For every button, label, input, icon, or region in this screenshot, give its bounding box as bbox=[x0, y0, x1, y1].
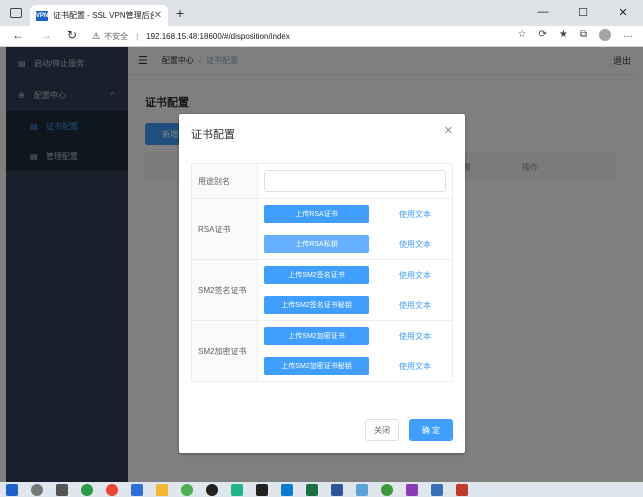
task-view-icon[interactable] bbox=[56, 483, 68, 496]
app-icon[interactable] bbox=[206, 483, 218, 496]
vscode-icon[interactable] bbox=[281, 483, 293, 496]
search-icon[interactable] bbox=[31, 483, 43, 496]
collections-icon[interactable]: ⧉ bbox=[580, 29, 587, 41]
alias-label: 用途别名 bbox=[191, 163, 258, 199]
folder-icon[interactable] bbox=[156, 483, 168, 496]
use-text-link[interactable]: 使用文本 bbox=[399, 331, 431, 342]
app-icon[interactable] bbox=[431, 483, 443, 496]
upload-sm2-sign-key-button[interactable]: 上传SM2签名证书秘钥 bbox=[264, 296, 369, 314]
app-icon[interactable] bbox=[81, 483, 93, 496]
upload-row: 上传SM2签名证书秘钥 使用文本 bbox=[258, 290, 452, 320]
favorites-icon[interactable]: ★ bbox=[559, 29, 568, 41]
alias-input[interactable] bbox=[264, 170, 446, 192]
rsa-cert-label: RSA证书 bbox=[191, 198, 258, 260]
browser-tab[interactable]: VPN 证书配置 - SSL VPN管理后台 ✕ bbox=[30, 5, 168, 26]
browser-toolbar: ☆ ⟳ ★ ⧉ … bbox=[518, 29, 633, 41]
upload-sm2-sign-cert-button[interactable]: 上传SM2签名证书 bbox=[264, 266, 369, 284]
app-icon[interactable] bbox=[231, 483, 243, 496]
window-controls: — ☐ ✕ bbox=[523, 0, 643, 24]
cert-config-dialog: 证书配置 ✕ 用途别名 RSA证书 上传RSA证书 使用文本 上传RSA私钥 使… bbox=[179, 114, 465, 453]
use-text-link[interactable]: 使用文本 bbox=[399, 239, 431, 250]
url-field[interactable]: ⚠ 不安全 | 192.168.15.48:18600/#/dispositio… bbox=[92, 28, 492, 44]
new-tab-icon[interactable]: + bbox=[176, 5, 184, 21]
dialog-title: 证书配置 bbox=[191, 129, 235, 141]
sm2-sign-cert-label: SM2签名证书 bbox=[191, 259, 258, 321]
window-menu-icon[interactable] bbox=[10, 8, 22, 18]
upload-rsa-key-button[interactable]: 上传RSA私钥 bbox=[264, 235, 369, 253]
use-text-link[interactable]: 使用文本 bbox=[399, 209, 431, 220]
url-text: 192.168.15.48:18600/#/disposition/index bbox=[146, 31, 290, 41]
app-icon[interactable] bbox=[131, 483, 143, 496]
upload-row: 上传SM2加密证书 使用文本 bbox=[258, 321, 452, 351]
upload-sm2-enc-cert-button[interactable]: 上传SM2加密证书 bbox=[264, 327, 369, 345]
upload-row: 上传SM2签名证书 使用文本 bbox=[258, 260, 452, 290]
browser-tab-strip: VPN 证书配置 - SSL VPN管理后台 ✕ + — ☐ ✕ bbox=[0, 0, 643, 26]
sm2-enc-cert-label: SM2加密证书 bbox=[191, 320, 258, 382]
upload-rsa-cert-button[interactable]: 上传RSA证书 bbox=[264, 205, 369, 223]
app-icon[interactable] bbox=[381, 483, 393, 496]
use-text-link[interactable]: 使用文本 bbox=[399, 270, 431, 281]
refresh-extension-icon[interactable]: ⟳ bbox=[539, 29, 547, 41]
word-icon[interactable] bbox=[331, 483, 343, 496]
app-icon[interactable] bbox=[181, 483, 193, 496]
back-icon[interactable]: ← bbox=[10, 28, 26, 42]
start-icon[interactable] bbox=[6, 483, 18, 496]
reload-icon[interactable]: ↻ bbox=[64, 28, 80, 42]
upload-sm2-enc-key-button[interactable]: 上传SM2加密证书秘钥 bbox=[264, 357, 369, 375]
os-taskbar bbox=[0, 482, 643, 497]
upload-row: 上传RSA证书 使用文本 bbox=[258, 199, 452, 229]
app-icon[interactable] bbox=[356, 483, 368, 496]
minimize-icon[interactable]: — bbox=[523, 0, 563, 24]
upload-row: 上传SM2加密证书秘钥 使用文本 bbox=[258, 351, 452, 381]
confirm-button[interactable]: 确 定 bbox=[409, 419, 453, 441]
forward-icon[interactable]: → bbox=[38, 28, 54, 42]
terminal-icon[interactable] bbox=[256, 483, 268, 496]
security-status: 不安全 bbox=[104, 31, 129, 41]
tab-close-icon[interactable]: ✕ bbox=[154, 10, 162, 21]
chrome-icon[interactable] bbox=[106, 483, 118, 496]
cancel-button[interactable]: 关闭 bbox=[365, 419, 399, 441]
more-menu-icon[interactable]: … bbox=[623, 29, 633, 41]
excel-icon[interactable] bbox=[306, 483, 318, 496]
tab-title: 证书配置 - SSL VPN管理后台 bbox=[53, 11, 154, 20]
vpn-favicon-icon: VPN bbox=[35, 10, 49, 21]
address-bar: ← → ↻ ⚠ 不安全 | 192.168.15.48:18600/#/disp… bbox=[0, 26, 643, 47]
favorite-star-icon[interactable]: ☆ bbox=[518, 29, 527, 41]
app-icon[interactable] bbox=[456, 483, 468, 496]
cert-form-table: 用途别名 RSA证书 上传RSA证书 使用文本 上传RSA私钥 使用文本 SM2… bbox=[191, 163, 453, 382]
url-separator: | bbox=[136, 31, 139, 41]
app-icon[interactable] bbox=[406, 483, 418, 496]
close-icon[interactable]: ✕ bbox=[444, 124, 453, 137]
profile-avatar[interactable] bbox=[599, 29, 611, 41]
dialog-footer: 关闭 确 定 bbox=[365, 419, 453, 441]
warning-icon: ⚠ bbox=[92, 30, 101, 41]
maximize-icon[interactable]: ☐ bbox=[563, 0, 603, 24]
use-text-link[interactable]: 使用文本 bbox=[399, 300, 431, 311]
upload-row: 上传RSA私钥 使用文本 bbox=[258, 229, 452, 259]
use-text-link[interactable]: 使用文本 bbox=[399, 361, 431, 372]
close-window-icon[interactable]: ✕ bbox=[603, 0, 643, 24]
